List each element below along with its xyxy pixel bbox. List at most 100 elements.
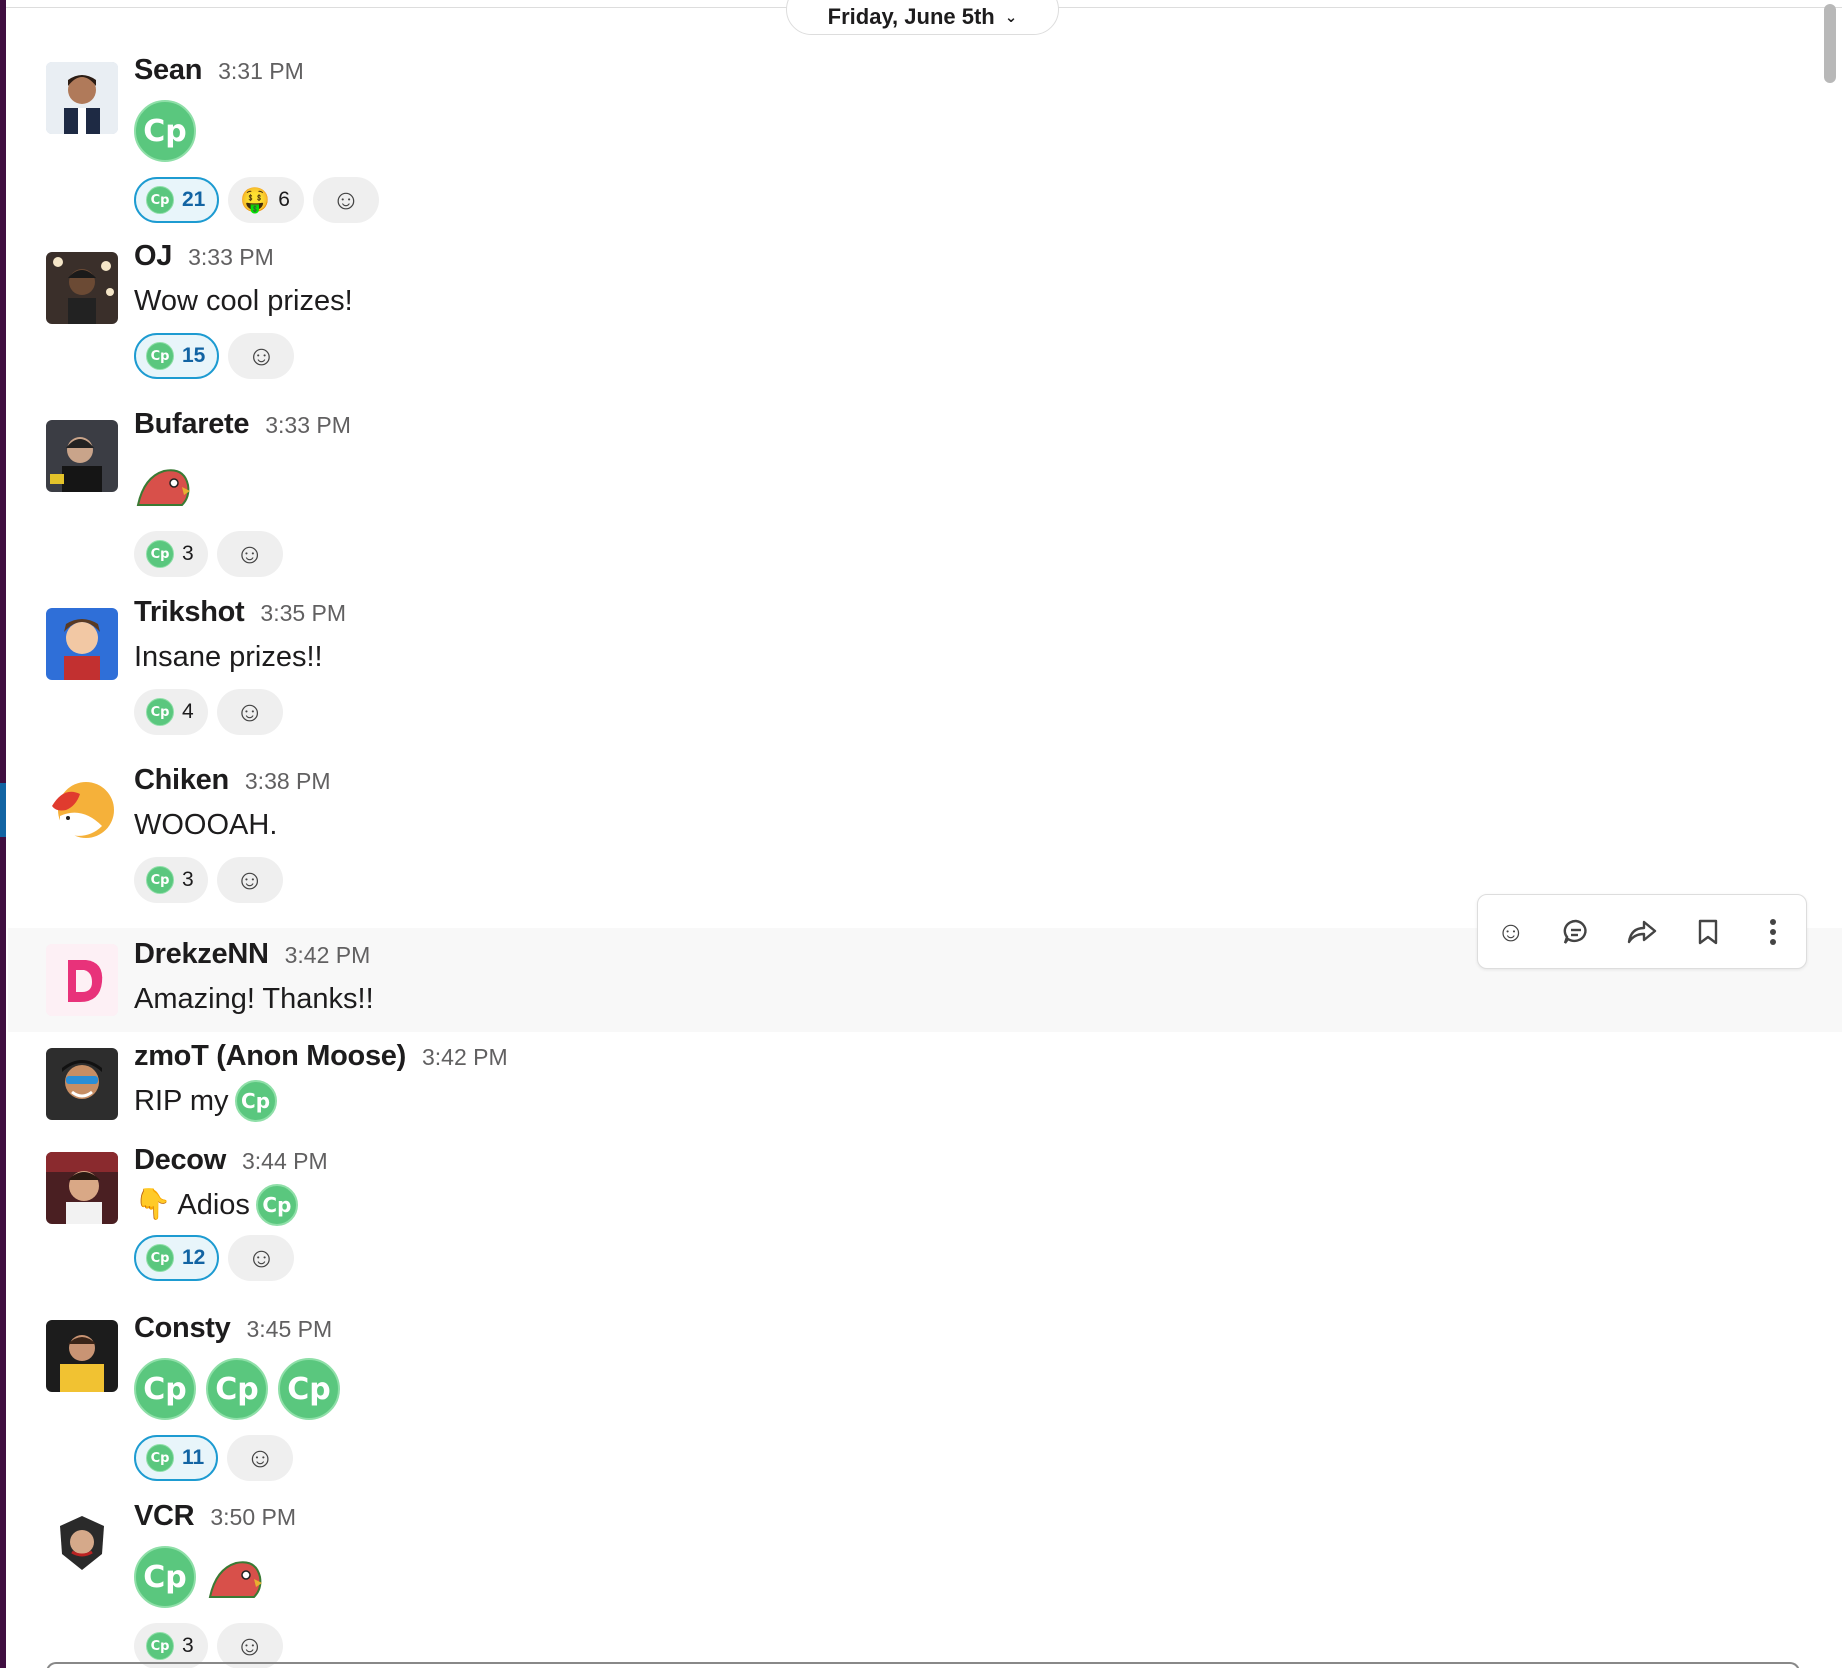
cp-emoji: Cp [206, 1358, 268, 1420]
add-reaction-button[interactable]: ☺ [216, 689, 283, 735]
add-reaction-icon[interactable]: ☺ [1487, 908, 1535, 956]
cp-emoji: Cp [134, 1358, 196, 1420]
reaction-pill[interactable]: Cp 12 [134, 1235, 220, 1281]
avatar[interactable] [46, 1508, 118, 1580]
message-text: Insane prizes!! [134, 641, 323, 673]
reaction-pill[interactable]: Cp 3 [134, 857, 208, 903]
author-name[interactable]: DrekzeNN [134, 938, 269, 971]
reaction-pill[interactable]: Cp 3 [134, 531, 208, 577]
message-text-row: 👇 Adios Cp [134, 1184, 1842, 1226]
message-text: Wow cool prizes! [134, 285, 353, 317]
date-label: Friday, June 5th [827, 3, 995, 29]
reaction-count: 21 [182, 188, 206, 211]
reactions-bar: Cp 15 ☺ [134, 332, 1842, 380]
share-message-icon[interactable] [1618, 908, 1666, 956]
avatar[interactable] [46, 420, 118, 492]
reaction-count: 15 [182, 344, 206, 367]
reactions-bar: Cp 11 ☺ [134, 1434, 1842, 1482]
more-actions-icon[interactable] [1749, 908, 1797, 956]
reaction-pill[interactable]: Cp 11 [134, 1435, 219, 1481]
pointing-down-icon: 👇 [134, 1188, 172, 1221]
avatar[interactable] [46, 608, 118, 680]
jumbo-emoji-row: Cp [134, 1544, 1842, 1610]
save-message-icon[interactable] [1684, 908, 1732, 956]
timestamp[interactable]: 3:42 PM [422, 1044, 508, 1071]
cp-emoji: Cp [146, 186, 174, 214]
author-name[interactable]: Sean [134, 54, 202, 87]
reaction-count: 12 [182, 1246, 206, 1269]
add-reaction-button[interactable]: ☺ [312, 177, 379, 223]
cp-emoji: Cp [146, 866, 174, 894]
message: Decow 3:44 PM 👇 Adios Cp Cp 12 ☺ [8, 1144, 1842, 1304]
author-name[interactable]: Trikshot [134, 596, 245, 629]
active-channel-marker [0, 783, 6, 837]
author-name[interactable]: Decow [134, 1144, 226, 1177]
message-text: Amazing! Thanks!! [134, 983, 374, 1015]
author-name[interactable]: VCR [134, 1500, 195, 1533]
timestamp[interactable]: 3:31 PM [218, 58, 304, 85]
timestamp[interactable]: 3:45 PM [247, 1316, 333, 1343]
reaction-count: 3 [182, 868, 194, 891]
reaction-pill[interactable]: Cp 21 [134, 177, 220, 223]
avatar[interactable] [46, 776, 118, 848]
add-reaction-button[interactable]: ☺ [228, 1235, 295, 1281]
reaction-pill[interactable]: Cp 4 [134, 689, 208, 735]
party-parrot-icon [136, 469, 190, 506]
avatar[interactable] [46, 62, 118, 134]
timestamp[interactable]: 3:38 PM [245, 768, 331, 795]
message: Chiken 3:38 PM WOOOAH. Cp 3 ☺ [8, 764, 1842, 914]
reaction-count: 3 [182, 1634, 194, 1657]
author-name[interactable]: Bufarete [134, 408, 250, 441]
cp-emoji: Cp [146, 1632, 174, 1660]
timestamp[interactable]: 3:35 PM [260, 600, 346, 627]
message-actions-toolbar: ☺ [1477, 894, 1807, 969]
chevron-down-icon: ⌄ [1004, 8, 1018, 26]
timestamp[interactable]: 3:50 PM [210, 1504, 296, 1531]
reply-in-thread-icon[interactable] [1552, 908, 1600, 956]
cp-emoji: Cp [134, 1546, 196, 1608]
party-parrot-icon [208, 1561, 262, 1598]
timestamp[interactable]: 3:33 PM [265, 412, 351, 439]
message: Sean 3:31 PM Cp Cp 21 🤑 6 ☺ [8, 54, 1842, 224]
message: Bufarete 3:33 PM Cp 3 ☺ [8, 408, 1842, 578]
reactions-bar: Cp 21 🤑 6 ☺ [134, 176, 1842, 224]
timestamp[interactable]: 3:33 PM [188, 244, 274, 271]
add-reaction-button[interactable]: ☺ [228, 333, 295, 379]
timestamp[interactable]: 3:42 PM [285, 942, 371, 969]
author-name[interactable]: OJ [134, 240, 172, 273]
jumbo-emoji-row [134, 452, 1842, 518]
reaction-pill[interactable]: 🤑 6 [228, 177, 304, 223]
author-name[interactable]: Consty [134, 1312, 231, 1345]
add-reaction-button[interactable]: ☺ [227, 1435, 294, 1481]
add-reaction-button[interactable]: ☺ [216, 857, 283, 903]
add-reaction-button[interactable]: ☺ [216, 531, 283, 577]
add-reaction-icon: ☺ [235, 1630, 264, 1661]
add-reaction-icon: ☺ [235, 538, 264, 569]
message: VCR 3:50 PM Cp Cp 3 ☺ [8, 1500, 1842, 1668]
avatar[interactable] [46, 1320, 118, 1392]
avatar[interactable] [46, 944, 118, 1016]
avatar[interactable] [46, 1152, 118, 1224]
message: zmoT (Anon Moose) 3:42 PM RIP my Cp [8, 1040, 1842, 1144]
message-text: WOOOAH. [134, 809, 278, 841]
jumbo-emoji-row: Cp Cp Cp [134, 1356, 1842, 1422]
timestamp[interactable]: 3:44 PM [242, 1148, 328, 1175]
reaction-pill[interactable]: Cp 15 [134, 333, 220, 379]
avatar[interactable] [46, 1048, 118, 1120]
workspace-sidebar-edge [0, 0, 6, 1668]
avatar[interactable] [46, 252, 118, 324]
message: OJ 3:33 PM Wow cool prizes! Cp 15 ☺ [8, 240, 1842, 390]
reactions-bar: Cp 4 ☺ [134, 688, 1842, 736]
cp-emoji: Cp [146, 698, 174, 726]
date-divider-button[interactable]: Friday, June 5th ⌄ [786, 0, 1059, 35]
add-reaction-icon: ☺ [235, 696, 264, 727]
add-reaction-icon: ☺ [247, 340, 276, 371]
cp-emoji: Cp [255, 1184, 298, 1226]
cp-emoji: Cp [134, 100, 196, 162]
author-name[interactable]: Chiken [134, 764, 229, 797]
cp-emoji: Cp [278, 1358, 340, 1420]
message-composer[interactable] [46, 1662, 1800, 1668]
author-name[interactable]: zmoT (Anon Moose) [134, 1040, 406, 1073]
add-reaction-icon: ☺ [245, 1442, 275, 1473]
cp-emoji: Cp [146, 1244, 174, 1272]
